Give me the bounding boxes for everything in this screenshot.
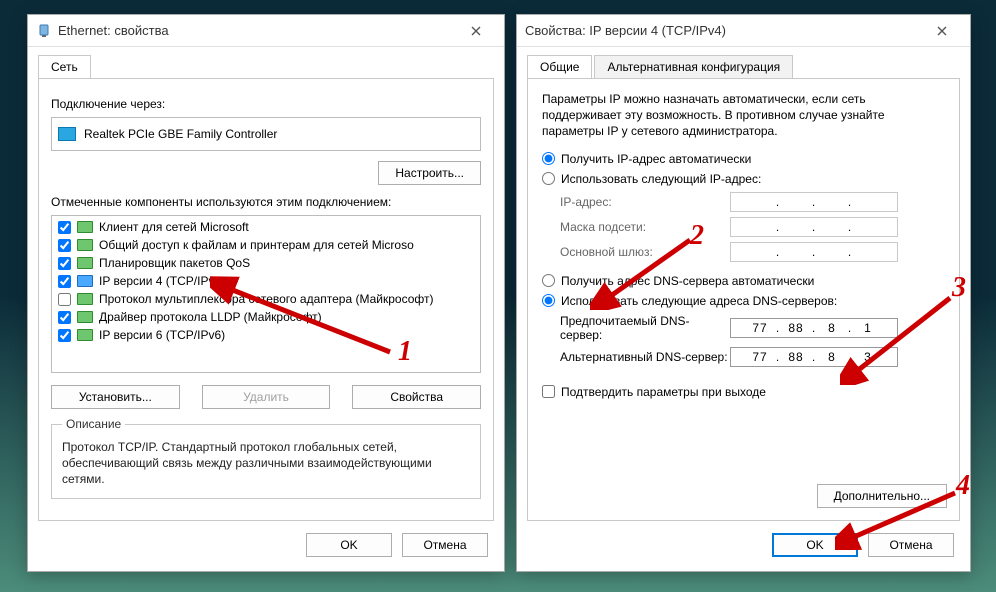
dns1-input[interactable]: 77. 88. 8. 1 bbox=[730, 318, 898, 338]
gateway-input: ... bbox=[730, 242, 898, 262]
close-button[interactable] bbox=[922, 18, 962, 44]
network-protocol-icon bbox=[77, 311, 93, 323]
remove-button: Удалить bbox=[202, 385, 331, 409]
radio-dns-auto[interactable]: Получить адрес DNS-сервера автоматически bbox=[540, 274, 947, 288]
subnet-mask-input: ... bbox=[730, 217, 898, 237]
info-text: Параметры IP можно назначать автоматичес… bbox=[542, 91, 945, 140]
component-label: Планировщик пакетов QoS bbox=[99, 256, 250, 270]
radio-dns-auto-input[interactable] bbox=[542, 274, 555, 287]
component-checkbox[interactable] bbox=[58, 221, 71, 234]
component-item[interactable]: Планировщик пакетов QoS bbox=[54, 254, 478, 272]
component-item[interactable]: Протокол мультиплексора сетевого адаптер… bbox=[54, 290, 478, 308]
component-label: Протокол мультиплексора сетевого адаптер… bbox=[99, 292, 433, 306]
component-label: Клиент для сетей Microsoft bbox=[99, 220, 249, 234]
validate-row[interactable]: Подтвердить параметры при выходе bbox=[542, 385, 947, 399]
ok-button[interactable]: OK bbox=[306, 533, 392, 557]
radio-ip-manual-label: Использовать следующий IP-адрес: bbox=[561, 172, 761, 186]
titlebar[interactable]: Ethernet: свойства bbox=[28, 15, 504, 47]
window-title: Свойства: IP версии 4 (TCP/IPv4) bbox=[525, 23, 922, 38]
component-checkbox[interactable] bbox=[58, 293, 71, 306]
tab-panel-general: Параметры IP можно назначать автоматичес… bbox=[527, 79, 960, 521]
component-checkbox[interactable] bbox=[58, 275, 71, 288]
network-protocol-icon bbox=[77, 239, 93, 251]
tab-network[interactable]: Сеть bbox=[38, 55, 91, 78]
description-group: Описание Протокол TCP/IP. Стандартный пр… bbox=[51, 417, 481, 499]
component-checkbox[interactable] bbox=[58, 257, 71, 270]
component-label: IP версии 6 (TCP/IPv6) bbox=[99, 328, 225, 342]
radio-dns-manual[interactable]: Использовать следующие адреса DNS-сервер… bbox=[540, 294, 947, 308]
components-list[interactable]: Клиент для сетей Microsoft Общий доступ к… bbox=[51, 215, 481, 373]
network-protocol-icon bbox=[77, 221, 93, 233]
radio-ip-manual-input[interactable] bbox=[542, 172, 555, 185]
component-item[interactable]: Клиент для сетей Microsoft bbox=[54, 218, 478, 236]
network-protocol-icon bbox=[77, 329, 93, 341]
tab-alt-config[interactable]: Альтернативная конфигурация bbox=[594, 55, 793, 78]
tab-general[interactable]: Общие bbox=[527, 55, 592, 78]
component-label: Драйвер протокола LLDP (Майкрософт) bbox=[99, 310, 322, 324]
ip-address-label: IP-адрес: bbox=[560, 195, 730, 209]
adapter-icon bbox=[58, 127, 76, 141]
component-item[interactable]: IP версии 4 (TCP/IPv4) bbox=[54, 272, 478, 290]
network-protocol-icon bbox=[77, 275, 93, 287]
description-text: Протокол TCP/IP. Стандартный протокол гл… bbox=[62, 439, 470, 488]
component-item[interactable]: Общий доступ к файлам и принтерам для се… bbox=[54, 236, 478, 254]
tab-panel-network: Подключение через: Realtek PCIe GBE Fami… bbox=[38, 79, 494, 521]
component-item[interactable]: IP версии 6 (TCP/IPv6) bbox=[54, 326, 478, 344]
component-properties-button[interactable]: Свойства bbox=[352, 385, 481, 409]
tab-strip: Общие Альтернативная конфигурация bbox=[527, 55, 960, 79]
description-legend: Описание bbox=[62, 417, 125, 431]
close-icon bbox=[937, 26, 947, 36]
component-checkbox[interactable] bbox=[58, 329, 71, 342]
radio-dns-manual-label: Использовать следующие адреса DNS-сервер… bbox=[561, 294, 837, 308]
component-item[interactable]: Драйвер протокола LLDP (Майкрософт) bbox=[54, 308, 478, 326]
radio-ip-auto[interactable]: Получить IP-адрес автоматически bbox=[540, 152, 947, 166]
dns2-input[interactable]: 77. 88. 8. 3 bbox=[730, 347, 898, 367]
ipv4-properties-window: Свойства: IP версии 4 (TCP/IPv4) Общие А… bbox=[516, 14, 971, 572]
radio-ip-auto-label: Получить IP-адрес автоматически bbox=[561, 152, 751, 166]
connect-via-label: Подключение через: bbox=[51, 97, 481, 111]
ip-address-input: ... bbox=[730, 192, 898, 212]
advanced-button[interactable]: Дополнительно... bbox=[817, 484, 947, 508]
component-checkbox[interactable] bbox=[58, 239, 71, 252]
dns2-label: Альтернативный DNS-сервер: bbox=[560, 350, 730, 364]
ethernet-icon bbox=[36, 23, 52, 39]
ok-button[interactable]: OK bbox=[772, 533, 858, 557]
ethernet-properties-window: Ethernet: свойства Сеть Подключение чере… bbox=[27, 14, 505, 572]
component-checkbox[interactable] bbox=[58, 311, 71, 324]
component-label: Общий доступ к файлам и принтерам для се… bbox=[99, 238, 414, 252]
titlebar[interactable]: Свойства: IP версии 4 (TCP/IPv4) bbox=[517, 15, 970, 47]
dns1-label: Предпочитаемый DNS-сервер: bbox=[560, 314, 730, 342]
close-icon bbox=[471, 26, 481, 36]
radio-ip-auto-input[interactable] bbox=[542, 152, 555, 165]
window-title: Ethernet: свойства bbox=[58, 23, 456, 38]
subnet-mask-label: Маска подсети: bbox=[560, 220, 730, 234]
validate-label: Подтвердить параметры при выходе bbox=[561, 385, 766, 399]
network-protocol-icon bbox=[77, 293, 93, 305]
radio-dns-manual-input[interactable] bbox=[542, 294, 555, 307]
components-label: Отмеченные компоненты используются этим … bbox=[51, 195, 481, 209]
cancel-button[interactable]: Отмена bbox=[868, 533, 954, 557]
adapter-name: Realtek PCIe GBE Family Controller bbox=[84, 127, 277, 141]
gateway-label: Основной шлюз: bbox=[560, 245, 730, 259]
close-button[interactable] bbox=[456, 18, 496, 44]
validate-checkbox[interactable] bbox=[542, 385, 555, 398]
tab-strip: Сеть bbox=[38, 55, 494, 79]
radio-dns-auto-label: Получить адрес DNS-сервера автоматически bbox=[561, 274, 814, 288]
install-button[interactable]: Установить... bbox=[51, 385, 180, 409]
radio-ip-manual[interactable]: Использовать следующий IP-адрес: bbox=[540, 172, 947, 186]
network-protocol-icon bbox=[77, 257, 93, 269]
adapter-selector[interactable]: Realtek PCIe GBE Family Controller bbox=[51, 117, 481, 151]
component-label: IP версии 4 (TCP/IPv4) bbox=[99, 274, 225, 288]
configure-button[interactable]: Настроить... bbox=[378, 161, 481, 185]
cancel-button[interactable]: Отмена bbox=[402, 533, 488, 557]
